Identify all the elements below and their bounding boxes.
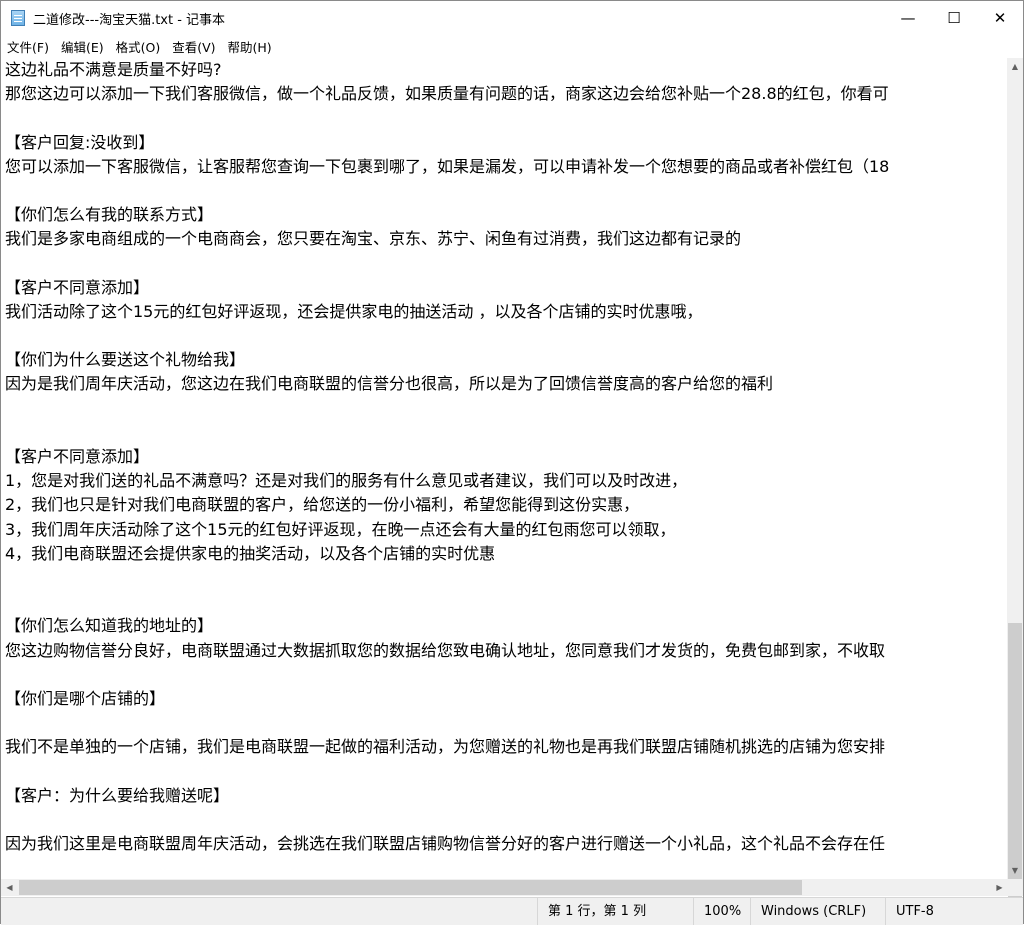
text-line: [1, 759, 1008, 783]
scroll-up-icon[interactable]: ▲: [1007, 58, 1023, 75]
scroll-down-icon[interactable]: ▼: [1007, 862, 1023, 879]
menu-format[interactable]: 格式(O): [110, 37, 167, 56]
scroll-left-icon[interactable]: ◀: [1, 879, 18, 896]
menu-help[interactable]: 帮助(H): [222, 37, 278, 56]
line-ending: Windows (CRLF): [750, 898, 866, 925]
text-line: 【客户不同意添加】: [5, 447, 150, 466]
text-line: 我们不是单独的一个店铺，我们是电商联盟一起做的福利活动，为您赠送的礼物也是再我们…: [5, 737, 886, 757]
text-line: [1, 808, 1008, 832]
horizontal-scrollbar[interactable]: ◀ ▶: [1, 879, 1008, 896]
scroll-right-icon[interactable]: ▶: [991, 879, 1008, 896]
text-line: 我们是多家电商组成的一个电商商会，您只要在淘宝、京东、苏宁、闲鱼有过消费，我们这…: [5, 229, 742, 249]
text-line: 【客户不同意添加】: [5, 277, 150, 297]
text-line: [1, 252, 1008, 276]
text-line: 【客户：为什么要给我赠送呢】: [5, 785, 230, 805]
text-line: 【你们是哪个店铺的】: [5, 688, 166, 708]
text-line: 因为我们这里是电商联盟周年庆活动，会挑选在我们联盟店铺购物信誉分好的客户进行赠送…: [5, 834, 886, 853]
menu-bar: 文件(F) 编辑(E) 格式(O) 查看(V) 帮助(H): [1, 35, 1023, 57]
vertical-scrollbar[interactable]: ▲ ▼: [1007, 58, 1023, 898]
cursor-position: 第 1 行，第 1 列: [537, 898, 646, 925]
menu-file[interactable]: 文件(F): [1, 37, 55, 56]
encoding: UTF-8: [885, 898, 934, 925]
text-line: 1，您是对我们送的礼品不满意吗？还是对我们的服务有什么意见或者建议，我们可以及时…: [5, 471, 688, 491]
minimize-button[interactable]: —: [885, 1, 931, 35]
close-button[interactable]: ✕: [977, 1, 1023, 35]
menu-view[interactable]: 查看(V): [166, 37, 221, 56]
text-line: [1, 397, 1008, 421]
text-line: 【你们怎么有我的联系方式】: [5, 205, 214, 225]
title-bar[interactable]: 二道修改---淘宝天猫.txt - 记事本 — ☐ ✕: [1, 1, 1023, 35]
text-line: [1, 106, 1008, 130]
maximize-button[interactable]: ☐: [931, 1, 977, 35]
window-title: 二道修改---淘宝天猫.txt - 记事本: [33, 12, 226, 28]
notepad-icon: [11, 10, 25, 26]
text-line: 2，我们也只是针对我们电商联盟的客户，给您送的一份小福利，希望您能得到这份实惠，: [5, 495, 640, 515]
text-line: [1, 421, 1008, 445]
text-line: 3，我们周年庆活动除了这个15元的红包好评返现，在晚一点还会有大量的红包雨您可以…: [5, 519, 676, 539]
text-line: [1, 566, 1008, 590]
text-line: 【你们为什么要送这个礼物给我】: [5, 350, 246, 370]
text-line: 这边礼品不满意是质量不好吗?: [5, 60, 222, 79]
zoom-level: 100%: [693, 898, 741, 925]
text-line: 我们活动除了这个15元的红包好评返现，还会提供家电的抽送活动 ，以及各个店铺的实…: [5, 301, 703, 321]
menu-edit[interactable]: 编辑(E): [55, 37, 110, 56]
text-line: [1, 179, 1008, 203]
text-line: 因为是我们周年庆活动，您这边在我们电商联盟的信誉分也很高，所以是为了回馈信誉度高…: [5, 374, 774, 394]
horizontal-scroll-thumb[interactable]: [19, 880, 802, 895]
text-line: 4，我们电商联盟还会提供家电的抽奖活动，以及各个店铺的实时优惠: [5, 543, 496, 563]
scrollbar-corner: [1007, 879, 1023, 896]
text-line: 那您这边可以添加一下我们客服微信，做一个礼品反馈，如果质量有问题的话，商家这边会…: [5, 84, 889, 104]
text-line: 您可以添加一下客服微信，让客服帮您查询一下包裹到哪了，如果是漏发，可以申请补发一…: [5, 156, 890, 176]
text-line: 【你们怎么知道我的地址的】: [5, 616, 214, 636]
text-editor[interactable]: 这边礼品不满意是质量不好吗? 那您这边可以添加一下我们客服微信，做一个礼品反馈，如…: [1, 58, 1008, 879]
notepad-window: 二道修改---淘宝天猫.txt - 记事本 — ☐ ✕ 文件(F) 编辑(E) …: [0, 0, 1024, 925]
text-line: [1, 711, 1008, 735]
text-line: [1, 663, 1008, 687]
text-line: 【客户回复:没收到】: [5, 132, 155, 152]
text-line: [1, 590, 1008, 614]
vertical-scroll-thumb[interactable]: [1008, 623, 1022, 898]
window-controls: — ☐ ✕: [885, 1, 1023, 35]
status-bar: 第 1 行，第 1 列 100% Windows (CRLF) UTF-8: [1, 897, 1023, 925]
text-line: [1, 324, 1008, 348]
text-line: 您这边购物信誉分良好，电商联盟通过大数据抓取您的数据给您致电确认地址，您同意我们…: [5, 640, 886, 660]
